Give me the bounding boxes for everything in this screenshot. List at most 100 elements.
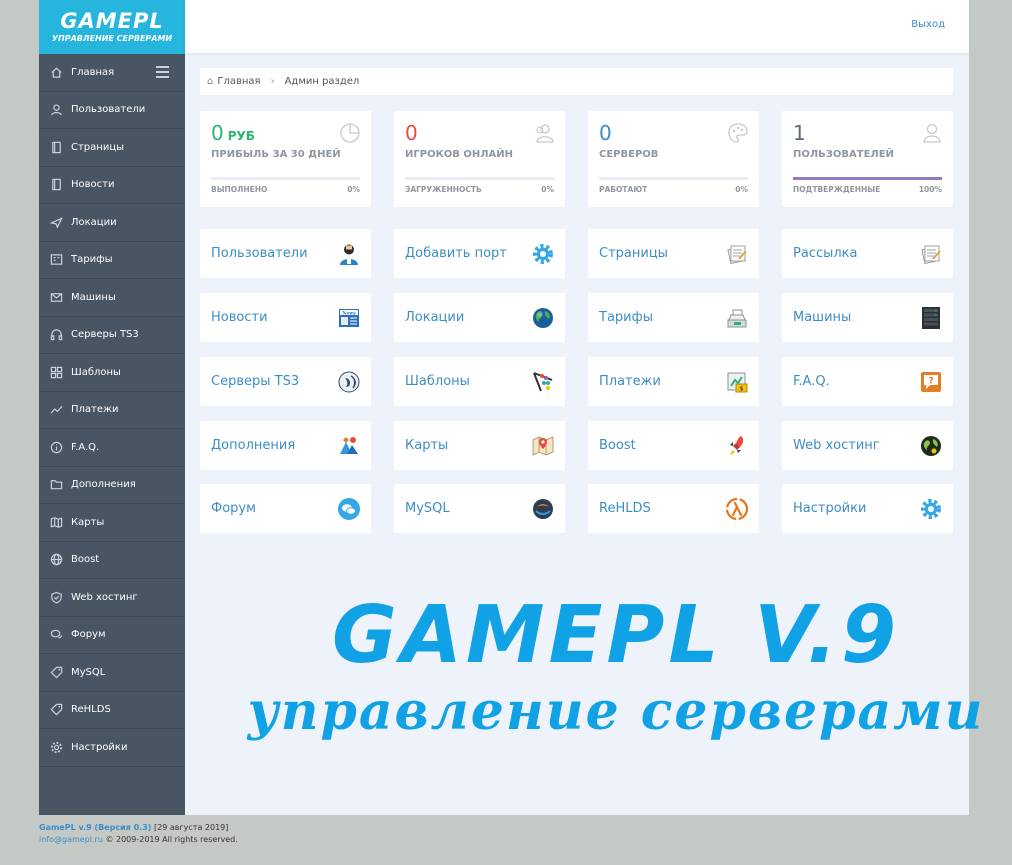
quick-link-tile[interactable]: ReHLDS [588,484,759,533]
stat-progress [793,177,942,180]
quick-link-tile[interactable]: Шаблоны [394,357,565,406]
stat-progress [599,177,748,180]
stat-percent: 0% [735,185,748,194]
quick-link-tile[interactable]: Рассылка [782,229,953,278]
server-rack-icon [919,306,943,330]
quick-link-tile[interactable]: Web хостинг [782,421,953,470]
stat-label: ПОЛЬЗОВАТЕЛЕЙ [793,149,894,160]
sidebar-item-label: Шаблоны [71,366,121,378]
tile-label: Дополнения [211,438,296,453]
footer-email[interactable]: info@gamepl.ru [39,835,103,844]
sidebar-nav: Главная Пользователи Страницы Новости Локаци… [39,54,185,767]
quick-link-tile[interactable]: Добавить порт [394,229,565,278]
machine-icon [49,290,63,304]
quick-link-tile[interactable]: Форум [200,484,371,533]
sidebar-item[interactable]: Карты [39,504,185,542]
lambda-icon [725,497,749,521]
sidebar-item[interactable]: MySQL [39,654,185,692]
sidebar-item[interactable]: Страницы [39,129,185,167]
sidebar-item[interactable]: Локации [39,204,185,242]
quick-link-tile[interactable]: Новости News [200,293,371,342]
stat-label: ПРИБЫЛЬ ЗА 30 ДНЕЙ [211,149,341,160]
menu-toggle-icon[interactable] [156,66,169,81]
quick-link-tile[interactable]: Настройки [782,484,953,533]
sidebar-item[interactable]: Машины [39,279,185,317]
breadcrumb: ⌂ Главная › Админ раздел [200,68,953,95]
payment-icon: $ [725,370,749,394]
stat-card: 0 ИГРОКОВ ОНЛАЙН ЗАГРУЖЕННОСТЬ 0% [394,111,565,207]
tile-label: F.A.Q. [793,374,830,389]
sidebar-item[interactable]: Дополнения [39,467,185,504]
svg-text:?: ? [928,376,933,386]
quick-link-tile[interactable]: Локации [394,293,565,342]
user-icon [49,103,63,117]
news-icon [49,178,63,192]
quick-link-tile[interactable]: Boost [588,421,759,470]
globe-icon [49,553,63,567]
sidebar-item[interactable]: Пользователи [39,92,185,129]
sidebar-item[interactable]: Тарифы [39,242,185,279]
pages-icon [49,140,63,154]
stat-percent: 100% [918,185,942,194]
tile-label: ReHLDS [599,501,651,516]
sidebar-item[interactable]: Шаблоны [39,354,185,392]
tile-label: MySQL [405,501,450,516]
home-icon: ⌂ [207,76,214,87]
breadcrumb-home[interactable]: Главная [217,76,260,87]
help-icon: ? [919,370,943,394]
tile-label: Карты [405,438,449,453]
quick-link-tile[interactable]: F.A.Q.? [782,357,953,406]
teamspeak-icon [337,370,361,394]
sidebar-item[interactable]: ReHLDS [39,692,185,729]
footer-copyright: © 2009-2019 All rights reserved. [105,835,238,844]
quick-link-tile[interactable]: Серверы TS3 [200,357,371,406]
gear-icon [49,740,63,754]
stat-value: 0 [405,121,418,145]
stat-percent: 0% [541,185,554,194]
quick-link-tile[interactable]: MySQL [394,484,565,533]
sidebar-item[interactable]: Главная [39,54,185,92]
tile-label: Настройки [793,501,867,516]
sidebar-item-label: Карты [71,516,105,528]
sidebar-item[interactable]: Boost [39,542,185,579]
footer-product[interactable]: GamePL v.9 (Версия 0.3) [39,823,151,832]
tile-label: Web хостинг [793,438,880,453]
quick-link-tile[interactable]: Дополнения [200,421,371,470]
sidebar-item-label: MySQL [71,666,106,678]
quick-link-tile[interactable]: Машины [782,293,953,342]
logo[interactable]: GAMEPL УПРАВЛЕНИЕ СЕРВЕРАМИ [39,0,185,54]
logo-title: GAMEPL [60,9,164,33]
quick-link-tile[interactable]: Страницы [588,229,759,278]
stat-value: 0 [599,121,612,145]
sidebar-item[interactable]: Платежи [39,392,185,429]
stat-card: 1 ПОЛЬЗОВАТЕЛЕЙ ПОДТВЕРЖДЕННЫЕ 100% [782,111,953,207]
chart-icon [49,403,63,417]
quick-link-tile[interactable]: Тарифы [588,293,759,342]
sidebar-item[interactable]: Настройки [39,729,185,767]
breadcrumb-current: Админ раздел [284,76,360,87]
sidebar-item-label: Форум [71,629,106,641]
sidebar-item-label: Настройки [71,741,128,753]
stat-label: СЕРВЕРОВ [599,149,659,160]
sidebar-item[interactable]: F.A.Q. [39,429,185,467]
news-icon: News [337,306,361,330]
quick-link-tile[interactable]: Платежи $ [588,357,759,406]
stat-sub-label: РАБОТАЮТ [599,185,648,194]
sidebar-item[interactable]: Web хостинг [39,579,185,617]
stat-sub-label: ПОДТВЕРЖДЕННЫЕ [793,185,881,194]
quick-link-tile[interactable]: Карты [394,421,565,470]
stat-label: ИГРОКОВ ОНЛАЙН [405,149,514,160]
tile-label: Машины [793,310,852,325]
sidebar-item[interactable]: Форум [39,617,185,654]
rocket-icon [725,434,749,458]
logout-link[interactable]: Выход [911,19,945,30]
sidebar-item-label: Пользователи [71,104,146,116]
pages-icon [725,242,749,266]
sidebar-item[interactable]: Новости [39,167,185,204]
sidebar-item-label: Web хостинг [71,591,138,603]
tile-label: Boost [599,438,636,453]
quick-link-tile[interactable]: Пользователи [200,229,371,278]
sidebar-item[interactable]: Серверы TS3 [39,317,185,354]
home-icon [49,65,63,79]
sidebar-item-label: F.A.Q. [71,441,100,453]
